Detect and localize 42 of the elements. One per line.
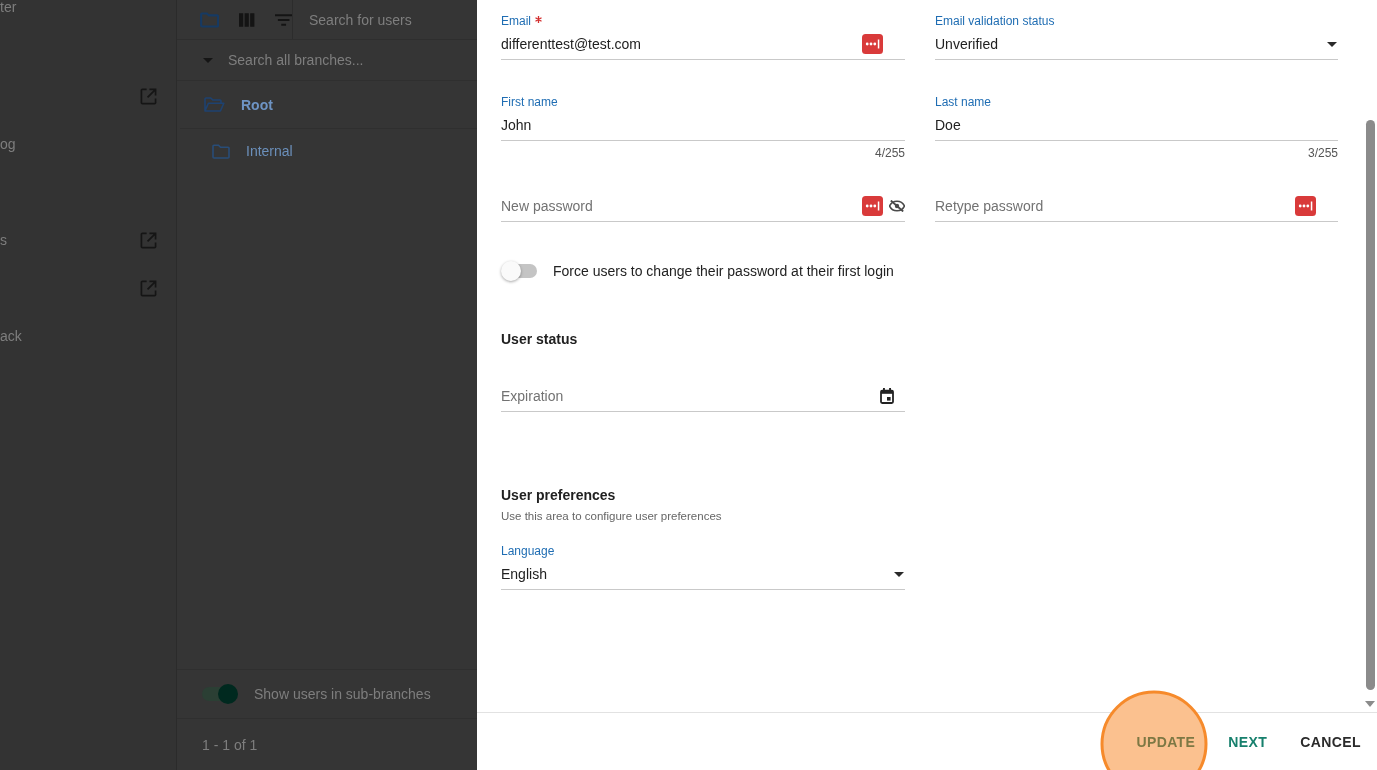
scroll-down-arrow-icon[interactable] bbox=[1365, 701, 1375, 707]
calendar-icon[interactable] bbox=[880, 388, 894, 404]
text-field[interactable]: Doe bbox=[935, 110, 1338, 141]
pagination-range: 1 - 1 of 1 bbox=[202, 736, 258, 753]
dialog-button[interactable]: NEXT bbox=[1220, 725, 1276, 758]
field-label: Email validation status bbox=[935, 13, 1055, 29]
scrollbar-thumb[interactable] bbox=[1365, 120, 1375, 690]
text-field[interactable]: John bbox=[501, 110, 905, 141]
field-label: Last name bbox=[935, 94, 992, 110]
tree-item[interactable]: Internal bbox=[177, 129, 477, 173]
password-dots-icon[interactable] bbox=[1295, 196, 1316, 216]
section-heading: User status bbox=[501, 330, 579, 349]
tree-item[interactable]: Root bbox=[180, 81, 477, 129]
toggle-switch[interactable] bbox=[200, 684, 238, 704]
character-counter: 3/255 bbox=[1307, 145, 1338, 161]
password-dots-icon[interactable] bbox=[862, 34, 883, 54]
section-heading: User preferences bbox=[501, 486, 617, 505]
search-field[interactable]: Search all branches... bbox=[228, 52, 477, 68]
nav-item[interactable]: ack bbox=[0, 312, 176, 360]
password-field[interactable]: New password bbox=[501, 191, 905, 222]
nav-item[interactable]: s bbox=[0, 216, 176, 264]
password-field[interactable]: Retype password bbox=[935, 191, 1338, 222]
password-dots-icon[interactable] bbox=[862, 196, 883, 216]
text-field[interactable]: differenttest@test.com bbox=[501, 29, 905, 60]
crossed-eye-icon[interactable] bbox=[889, 200, 905, 212]
caret-icon[interactable] bbox=[1327, 41, 1337, 47]
nav-item[interactable]: ter bbox=[0, 0, 176, 31]
section-description: Use this area to configure user preferences bbox=[501, 509, 723, 524]
toggle-label: Show users in sub-branches bbox=[254, 686, 431, 702]
field-label: Email bbox=[501, 13, 531, 29]
toggle-label: Force users to change their password at their first login bbox=[553, 263, 894, 279]
field-label: First name bbox=[501, 94, 558, 110]
nav-item[interactable]: og bbox=[0, 120, 176, 168]
field-label: Language bbox=[501, 543, 555, 559]
select-field[interactable]: English bbox=[501, 559, 905, 590]
search-field[interactable]: Search for users bbox=[292, 0, 477, 39]
caret-icon[interactable] bbox=[894, 571, 904, 577]
select-field[interactable]: Unverified bbox=[935, 29, 1338, 60]
character-counter: 4/255 bbox=[874, 145, 905, 161]
date-field[interactable]: Expiration bbox=[501, 381, 905, 412]
toggle-switch[interactable] bbox=[501, 261, 539, 281]
dialog-button[interactable]: CANCEL bbox=[1292, 725, 1369, 758]
